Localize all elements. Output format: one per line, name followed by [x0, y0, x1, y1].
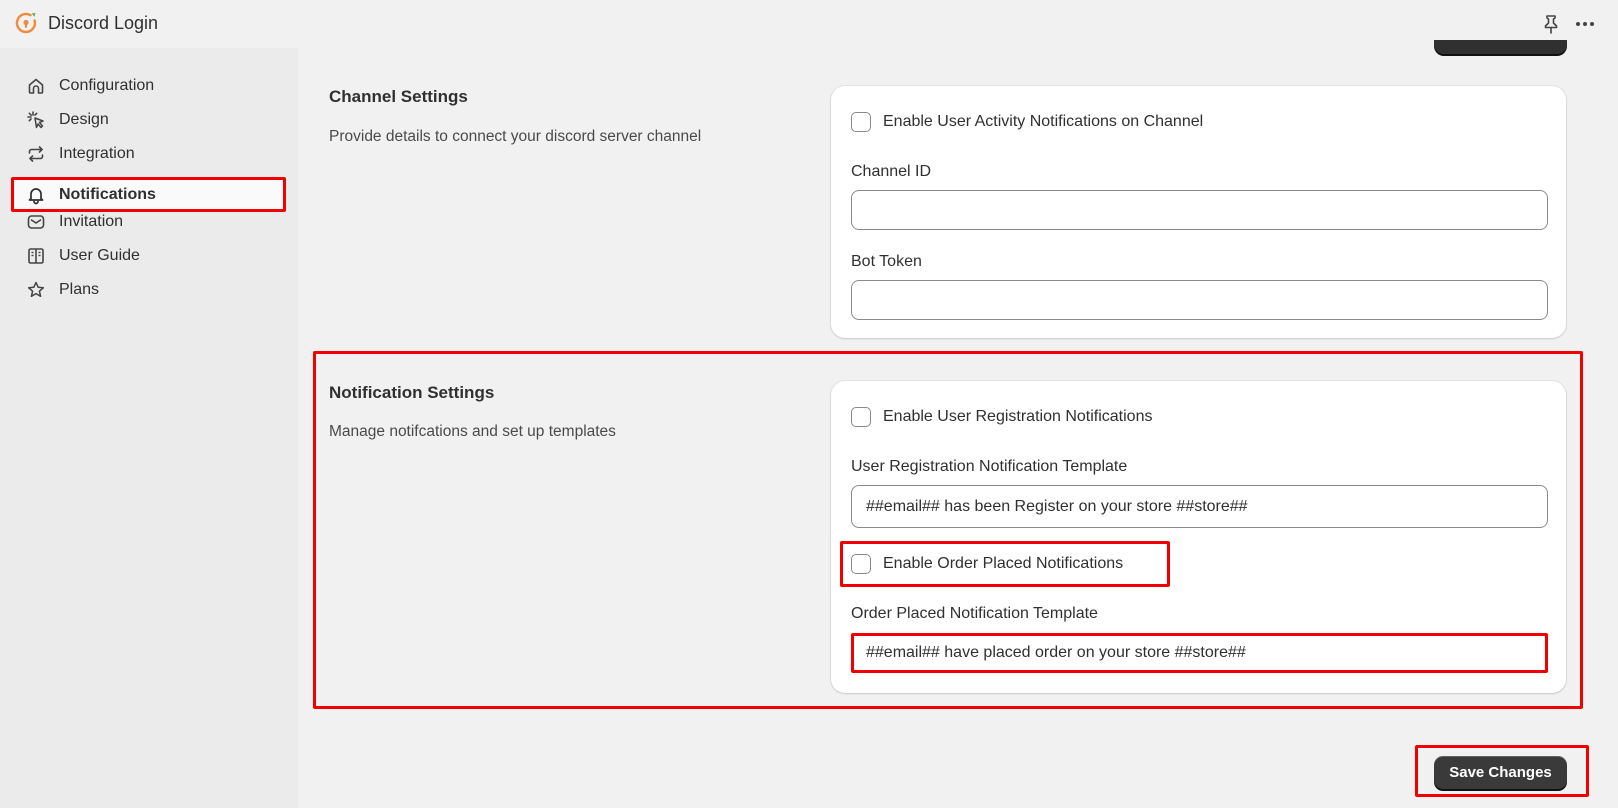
- sidebar-item-invitation[interactable]: Invitation: [12, 206, 285, 238]
- sidebar-item-label: Plans: [59, 281, 100, 298]
- sidebar-item-label: User Guide: [59, 247, 140, 264]
- bot-token-input[interactable]: [851, 280, 1548, 320]
- registration-checkbox-row[interactable]: Enable User Registration Notifications: [851, 405, 1152, 429]
- sidebar-item-user-guide[interactable]: User Guide: [12, 240, 285, 272]
- registration-checkbox-label: Enable User Registration Notifications: [883, 408, 1153, 425]
- registration-template-label: User Registration Notification Template: [851, 458, 1128, 475]
- book-icon: [28, 248, 44, 264]
- more-horizontal-icon[interactable]: [1573, 13, 1597, 35]
- bot-token-label: Bot Token: [851, 253, 922, 270]
- channel-settings-description: Provide details to connect your discord …: [329, 128, 702, 145]
- channel-id-label: Channel ID: [851, 163, 932, 180]
- sidebar-item-label: Notifications: [59, 186, 156, 203]
- sidebar-item-label: Invitation: [59, 213, 124, 230]
- sidebar-item-design[interactable]: Design: [12, 104, 285, 136]
- app-logo-icon: [15, 12, 37, 34]
- registration-template-input[interactable]: [851, 485, 1548, 528]
- home-icon: [28, 78, 44, 94]
- cursor-click-icon: [27, 111, 44, 129]
- star-icon: [27, 281, 45, 298]
- sidebar-item-plans[interactable]: Plans: [12, 274, 285, 306]
- app-title: Discord Login: [48, 13, 159, 33]
- notification-settings-title: Notification Settings: [329, 383, 495, 402]
- sidebar-item-label: Configuration: [59, 77, 155, 94]
- user-activity-checkbox-row[interactable]: Enable User Activity Notifications on Ch…: [851, 110, 1203, 134]
- save-changes-button[interactable]: Save Changes: [1434, 756, 1567, 789]
- order-placed-checkbox-label: Enable Order Placed Notifications: [883, 555, 1124, 572]
- sidebar-item-configuration[interactable]: Configuration: [12, 70, 285, 102]
- user-activity-checkbox[interactable]: [851, 112, 871, 132]
- pin-icon[interactable]: [1540, 13, 1562, 35]
- channel-settings-card: Enable User Activity Notifications on Ch…: [831, 86, 1566, 338]
- channel-id-input[interactable]: [851, 190, 1548, 230]
- registration-checkbox[interactable]: [851, 407, 871, 427]
- envelope-icon: [27, 215, 45, 229]
- notification-settings-description: Manage notifcations and set up templates: [329, 423, 616, 440]
- channel-settings-title: Channel Settings: [329, 87, 468, 106]
- order-template-input[interactable]: [851, 633, 1548, 673]
- sidebar-item-integration[interactable]: Integration: [12, 138, 285, 170]
- order-placed-checkbox[interactable]: [851, 554, 871, 574]
- sidebar-item-label: Design: [59, 111, 109, 128]
- order-placed-checkbox-row[interactable]: Enable Order Placed Notifications: [851, 552, 1123, 576]
- app-header: Discord Login: [0, 0, 1618, 48]
- repeat-arrows-icon: [28, 146, 44, 162]
- sidebar: Configuration Design Integration Notific…: [0, 48, 298, 808]
- notification-settings-card: Enable User Registration Notifications U…: [831, 381, 1566, 693]
- user-activity-checkbox-label: Enable User Activity Notifications on Ch…: [883, 113, 1204, 130]
- bell-icon: [28, 188, 44, 205]
- sidebar-item-label: Integration: [59, 145, 135, 162]
- order-template-label: Order Placed Notification Template: [851, 605, 1098, 622]
- scrolled-top-button[interactable]: [1434, 40, 1567, 54]
